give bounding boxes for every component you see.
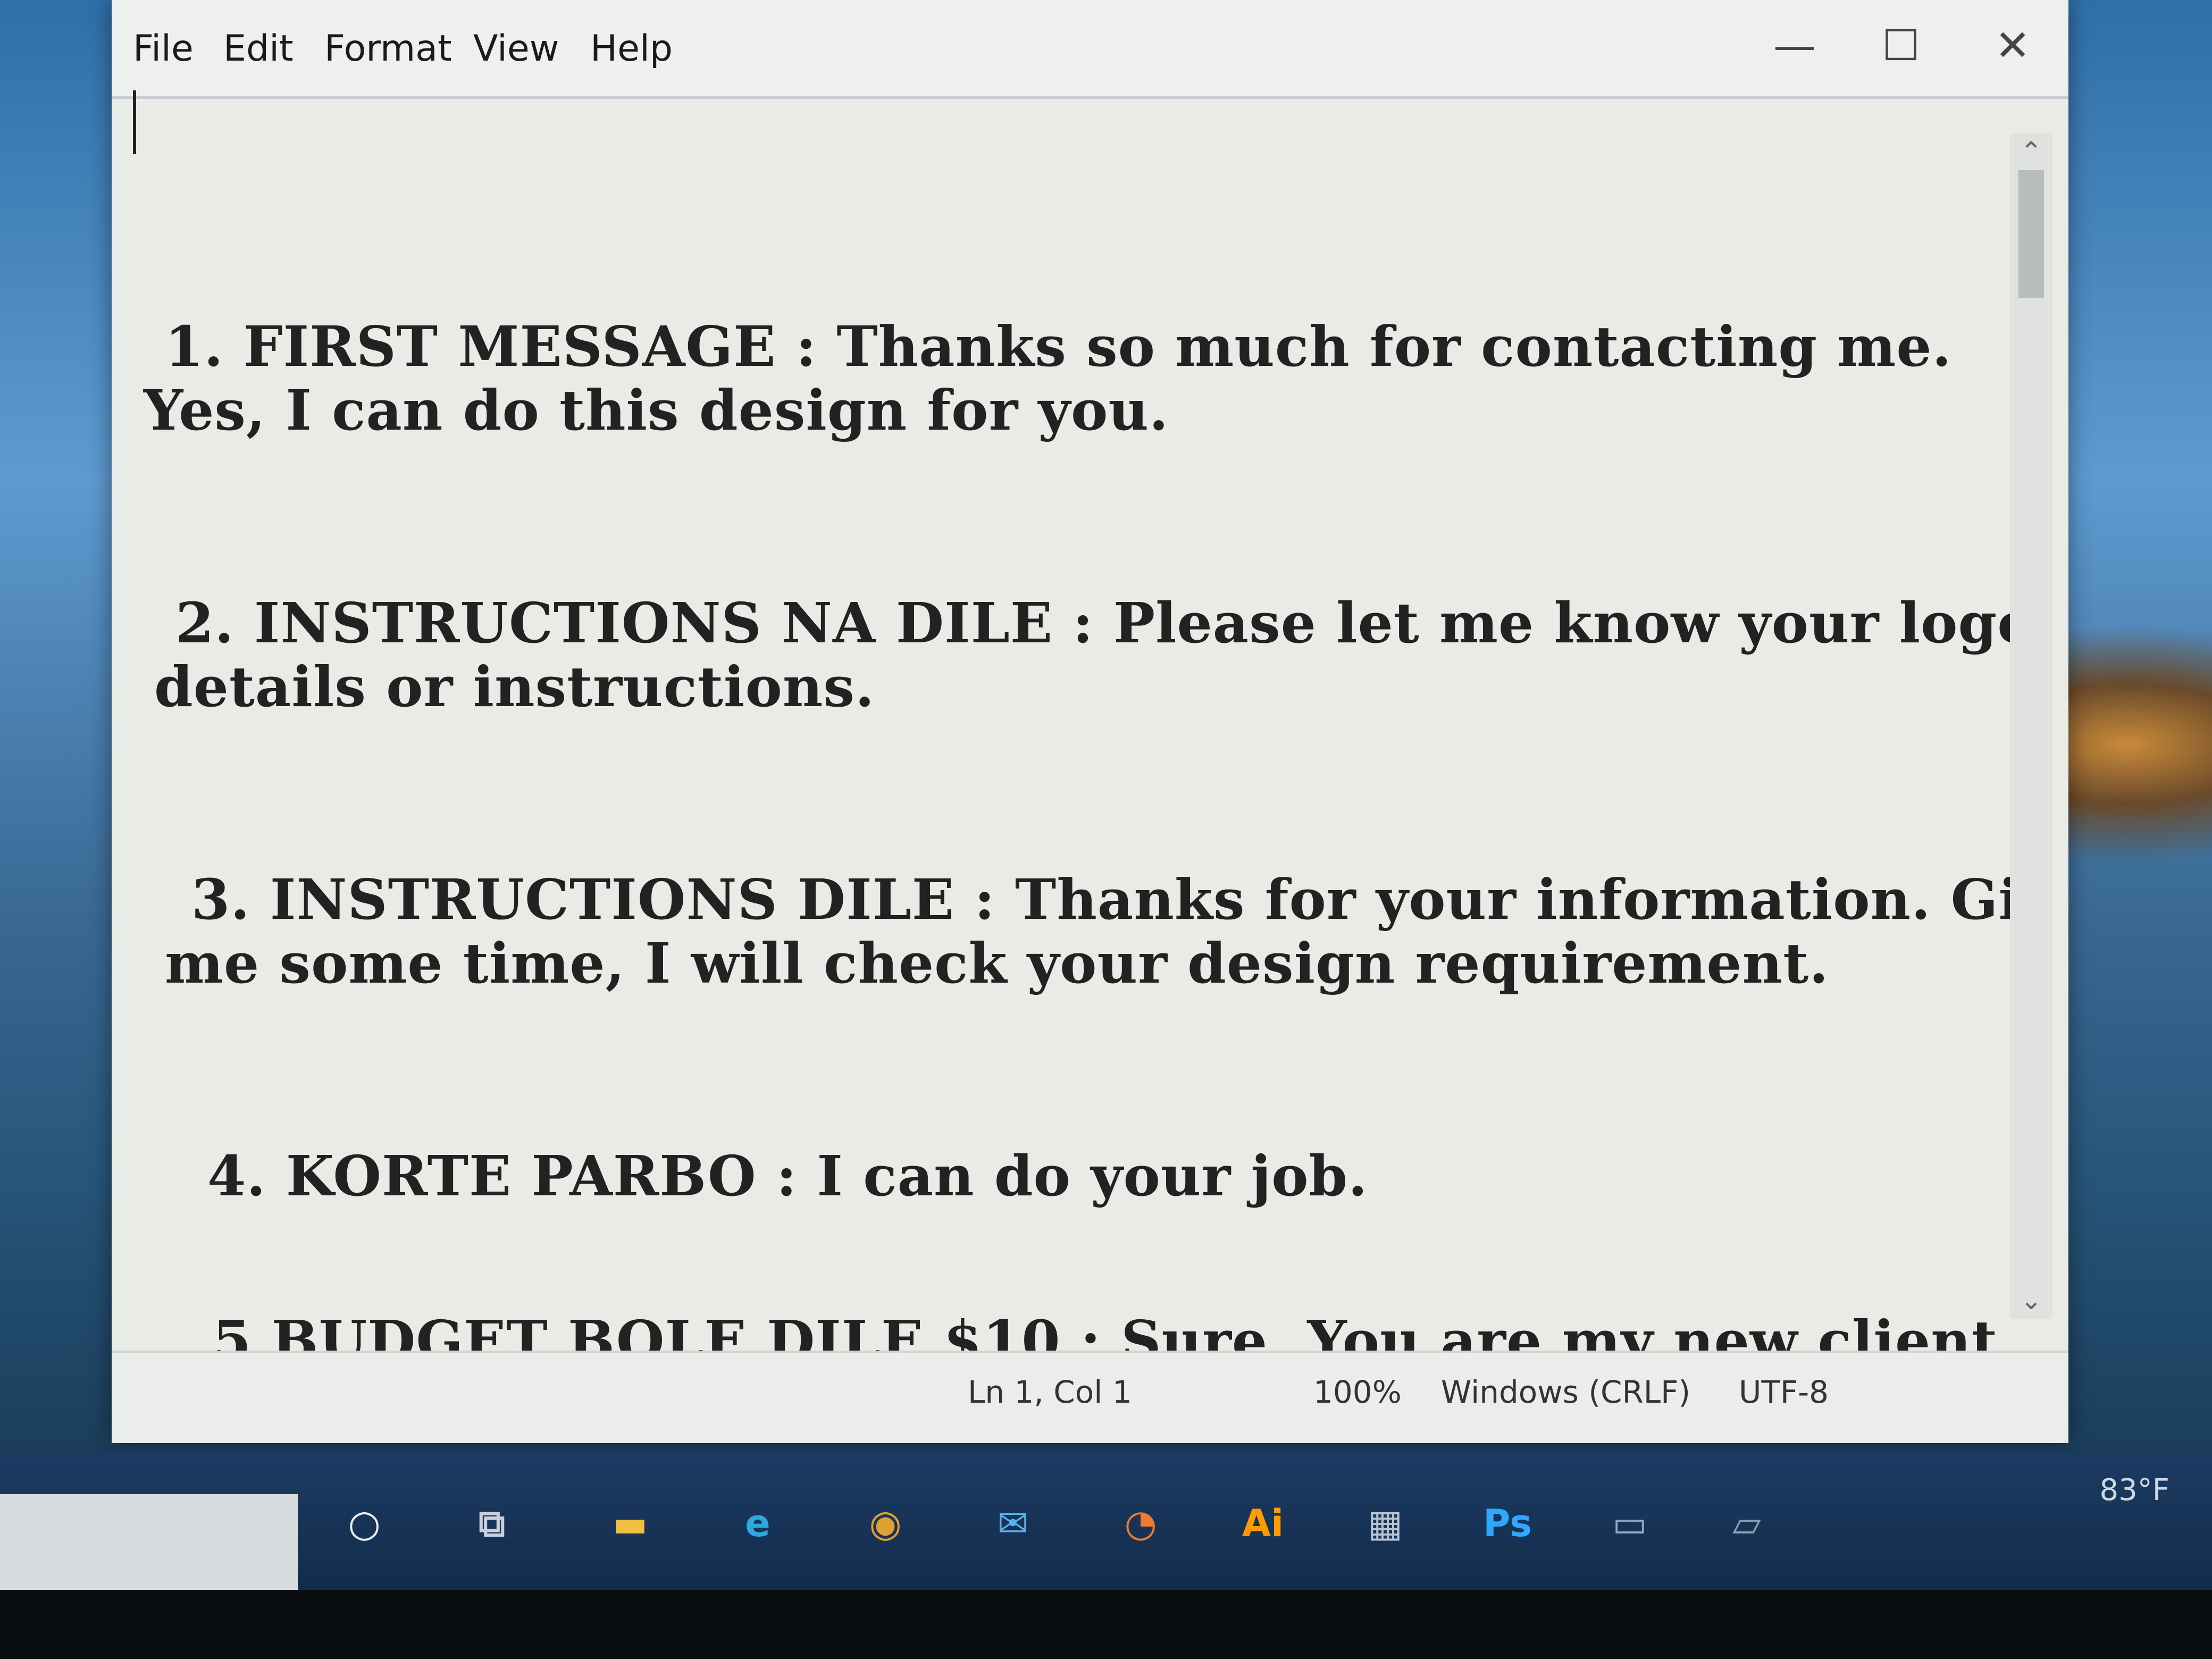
encoding: UTF-8 [1739,1374,1829,1410]
minimize-button[interactable]: — [1749,11,1840,80]
notepad-window: File Edit Format View Help — ☐ ✕ 1. FIRS… [112,0,2068,1443]
line-ending: Windows (CRLF) [1441,1374,1691,1410]
monitor-bezel [0,1590,2212,1659]
search-box[interactable] [0,1494,298,1590]
illustrator-icon[interactable]: Ai [1223,1484,1303,1563]
taskbar: ○ ⧉ ▬ e ◉ ✉ ◔ Ai ▦ Ps ▭ ▱ 83°F [0,1452,2212,1590]
scroll-thumb[interactable] [2018,170,2044,298]
taskbar-icon-glyph: Ai [1242,1502,1284,1545]
task-view-icon[interactable]: ⧉ [452,1484,532,1563]
text-editor-area[interactable]: 1. FIRST MESSAGE : Thanks so much for co… [133,101,2026,1351]
document-line: 5 BUDGET BOLE DILE $10 : Sure. You are m… [213,1308,1998,1351]
document-line: me some time, I will check your design r… [165,931,1829,996]
mail-icon[interactable]: ✉ [973,1484,1053,1563]
firefox-icon[interactable]: ◔ [1101,1484,1180,1563]
document-line: 4. KORTE PARBO : I can do your job. [207,1143,1368,1209]
app-shortcut-icon[interactable]: ▱ [1707,1484,1787,1563]
taskbar-icon-glyph: ▦ [1367,1502,1403,1545]
desktop-app-icon[interactable]: ▭ [1590,1484,1670,1563]
status-bar: Ln 1, Col 1 100% Windows (CRLF) UTF-8 [112,1351,2068,1443]
taskbar-icon-glyph: ▱ [1732,1502,1761,1545]
document-line: Yes, I can do this design for you. [144,378,1169,443]
taskbar-icon-glyph: ◔ [1124,1502,1157,1545]
weather-widget[interactable]: 83°F [2100,1473,2169,1507]
document-line: 3. INSTRUCTIONS DILE : Thanks for your i… [191,867,2026,932]
cursor-position: Ln 1, Col 1 [968,1374,1132,1410]
file-explorer-icon[interactable]: ▬ [590,1484,670,1563]
menu-file[interactable]: File [133,28,194,70]
minimize-icon: — [1773,20,1816,70]
taskbar-icon-glyph: ▭ [1612,1502,1648,1545]
scroll-up-icon[interactable]: ⌃ [2010,133,2052,170]
chrome-icon[interactable]: ◉ [845,1484,925,1563]
vertical-scrollbar[interactable]: ⌃ ⌄ [2010,133,2052,1319]
photoshop-icon[interactable]: Ps [1468,1484,1547,1563]
document-line: details or instructions. [154,654,875,719]
maximize-button[interactable]: ☐ [1856,11,1946,80]
menu-bar: File Edit Format View Help — ☐ ✕ [112,0,2068,99]
taskbar-icon-glyph: ✉ [997,1502,1029,1545]
store-icon[interactable]: ▦ [1345,1484,1425,1563]
taskbar-icon-glyph: ◉ [869,1502,902,1545]
taskbar-icon-glyph: Ps [1483,1502,1532,1545]
scroll-down-icon[interactable]: ⌄ [2010,1281,2052,1319]
taskbar-icon-glyph: ○ [348,1502,381,1545]
document-line: 1. FIRST MESSAGE : Thanks so much for co… [165,314,1952,379]
taskbar-icon-glyph: ⧉ [479,1501,505,1545]
close-icon: ✕ [1995,20,2031,70]
maximize-icon: ☐ [1882,20,1920,70]
edge-icon[interactable]: e [718,1484,798,1563]
document-line: 2. INSTRUCTIONS NA DILE : Please let me … [175,590,2026,656]
menu-edit[interactable]: Edit [223,28,294,70]
close-button[interactable]: ✕ [1967,11,2058,80]
cortana-icon[interactable]: ○ [324,1484,404,1563]
menu-help[interactable]: Help [590,28,673,70]
menu-format[interactable]: Format [324,28,452,70]
taskbar-icon-glyph: e [745,1502,770,1545]
taskbar-icon-glyph: ▬ [612,1502,648,1545]
zoom-level: 100% [1313,1374,1402,1410]
menu-view[interactable]: View [473,28,559,70]
